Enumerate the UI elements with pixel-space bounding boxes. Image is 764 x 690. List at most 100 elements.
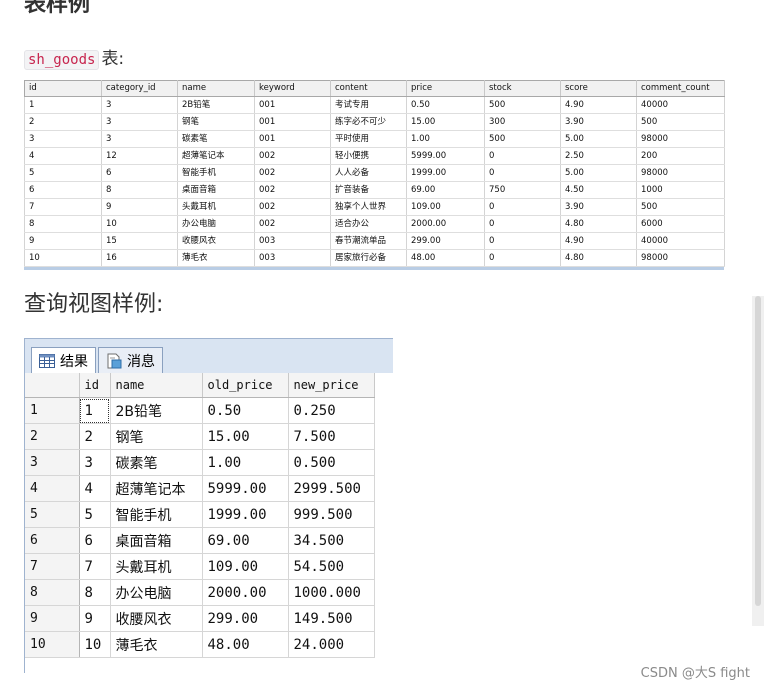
tab-messages[interactable]: 消息 (98, 347, 163, 373)
goods-column-header: category_id (101, 80, 178, 97)
tab-results[interactable]: 结果 (31, 347, 96, 374)
goods-cell: 10 (24, 249, 102, 267)
row-number[interactable]: 5 (25, 501, 80, 528)
goods-cell: 4.80 (560, 215, 637, 233)
result-cell[interactable]: 7.500 (288, 423, 375, 450)
result-cell[interactable]: 149.500 (288, 605, 375, 632)
row-number[interactable]: 7 (25, 553, 80, 580)
result-cell[interactable]: 15.00 (202, 423, 289, 450)
result-row[interactable]: 2 2 钢笔 15.00 7.500 (25, 423, 375, 450)
result-row[interactable]: 10 10 薄毛衣 48.00 24.000 (25, 631, 375, 658)
result-column-header[interactable]: old_price (202, 373, 289, 398)
result-cell[interactable]: 24.000 (288, 631, 375, 658)
result-cell[interactable]: 299.00 (202, 605, 289, 632)
tab-messages-label: 消息 (127, 353, 155, 370)
goods-row: 5 6 智能手机 002 人人必备 1999.00 0 5.00 98000 (24, 164, 725, 182)
goods-cell: 4.50 (560, 181, 637, 199)
row-number[interactable]: 9 (25, 605, 80, 632)
page-scrollbar-thumb[interactable] (755, 296, 761, 606)
result-row[interactable]: 5 5 智能手机 1999.00 999.500 (25, 501, 375, 528)
goods-cell: 6 (24, 181, 102, 199)
result-cell[interactable]: 48.00 (202, 631, 289, 658)
result-cell[interactable]: 1000.000 (288, 579, 375, 606)
result-cell[interactable]: 34.500 (288, 527, 375, 554)
row-number[interactable]: 2 (25, 423, 80, 450)
result-cell[interactable]: 收腰风衣 (110, 605, 203, 632)
result-cell[interactable]: 999.500 (288, 501, 375, 528)
result-cell[interactable]: 6 (79, 527, 111, 554)
result-row[interactable]: 1 1 2B铅笔 0.50 0.250 (25, 397, 375, 424)
result-cell[interactable]: 9 (79, 605, 111, 632)
goods-cell: 12 (101, 147, 178, 165)
goods-cell: 9 (101, 198, 178, 216)
result-cell[interactable]: 桌面音箱 (110, 527, 203, 554)
result-cell[interactable]: 0.50 (202, 397, 289, 424)
result-cell[interactable]: 5 (79, 501, 111, 528)
result-cell[interactable]: 智能手机 (110, 501, 203, 528)
goods-cell: 扩音装备 (330, 181, 407, 199)
row-number[interactable]: 1 (25, 397, 80, 424)
goods-cell: 4 (24, 147, 102, 165)
goods-cell: 6 (101, 164, 178, 182)
result-tabs: 结果 消息 (31, 347, 165, 374)
goods-cell: 500 (636, 198, 725, 216)
result-cell[interactable]: 10 (79, 631, 111, 658)
goods-cell: 8 (24, 215, 102, 233)
goods-cell: 9 (24, 232, 102, 250)
result-cell[interactable]: 54.500 (288, 553, 375, 580)
result-row[interactable]: 3 3 碳素笔 1.00 0.500 (25, 449, 375, 476)
goods-cell: 16 (101, 249, 178, 267)
result-row[interactable]: 4 4 超薄笔记本 5999.00 2999.500 (25, 475, 375, 502)
result-cell[interactable]: 0.250 (288, 397, 375, 424)
goods-cell: 1000 (636, 181, 725, 199)
result-cell[interactable]: 69.00 (202, 527, 289, 554)
goods-cell: 001 (254, 130, 331, 148)
result-row[interactable]: 8 8 办公电脑 2000.00 1000.000 (25, 579, 375, 606)
result-cell[interactable]: 钢笔 (110, 423, 203, 450)
result-cell[interactable]: 0.500 (288, 449, 375, 476)
result-cell[interactable]: 2999.500 (288, 475, 375, 502)
goods-cell: 平时使用 (330, 130, 407, 148)
result-cell[interactable]: 头戴耳机 (110, 553, 203, 580)
goods-cell: 独享个人世界 (330, 198, 407, 216)
result-row[interactable]: 9 9 收腰风衣 299.00 149.500 (25, 605, 375, 632)
result-cell[interactable]: 3 (79, 449, 111, 476)
result-cell[interactable]: 碳素笔 (110, 449, 203, 476)
goods-cell: 头戴耳机 (177, 198, 255, 216)
result-cell[interactable]: 109.00 (202, 553, 289, 580)
goods-table-screenshot: id category_id name keyword content price stoc… (24, 80, 725, 270)
page-scrollbar[interactable] (752, 296, 764, 626)
section-heading-table-sample: 表样例 (24, 0, 91, 17)
goods-cell: 0 (484, 147, 561, 165)
result-column-header[interactable]: name (110, 373, 203, 398)
result-cell[interactable]: 2 (79, 423, 111, 450)
result-column-header[interactable]: id (79, 373, 111, 398)
result-cell[interactable]: 7 (79, 553, 111, 580)
goods-cell: 0 (484, 232, 561, 250)
goods-cell: 0 (484, 249, 561, 267)
goods-cell: 1.00 (406, 130, 485, 148)
result-cell[interactable]: 2B铅笔 (110, 397, 203, 424)
row-number[interactable]: 10 (25, 631, 80, 658)
result-row[interactable]: 6 6 桌面音箱 69.00 34.500 (25, 527, 375, 554)
watermark: CSDN @大S fight (640, 666, 750, 681)
result-cell[interactable]: 1999.00 (202, 501, 289, 528)
goods-cell: 3 (24, 130, 102, 148)
result-row[interactable]: 7 7 头戴耳机 109.00 54.500 (25, 553, 375, 580)
row-number[interactable]: 3 (25, 449, 80, 476)
result-cell[interactable]: 薄毛衣 (110, 631, 203, 658)
result-cell[interactable]: 1.00 (202, 449, 289, 476)
row-number[interactable]: 4 (25, 475, 80, 502)
grid-icon (39, 354, 55, 368)
result-cell[interactable]: 1 (79, 397, 111, 424)
result-cell[interactable]: 8 (79, 579, 111, 606)
result-cell[interactable]: 5999.00 (202, 475, 289, 502)
result-cell[interactable]: 办公电脑 (110, 579, 203, 606)
result-cell[interactable]: 2000.00 (202, 579, 289, 606)
result-cell[interactable]: 超薄笔记本 (110, 475, 203, 502)
result-column-header[interactable]: new_price (288, 373, 375, 398)
goods-cell: 4.80 (560, 249, 637, 267)
result-cell[interactable]: 4 (79, 475, 111, 502)
row-number[interactable]: 6 (25, 527, 80, 554)
row-number[interactable]: 8 (25, 579, 80, 606)
